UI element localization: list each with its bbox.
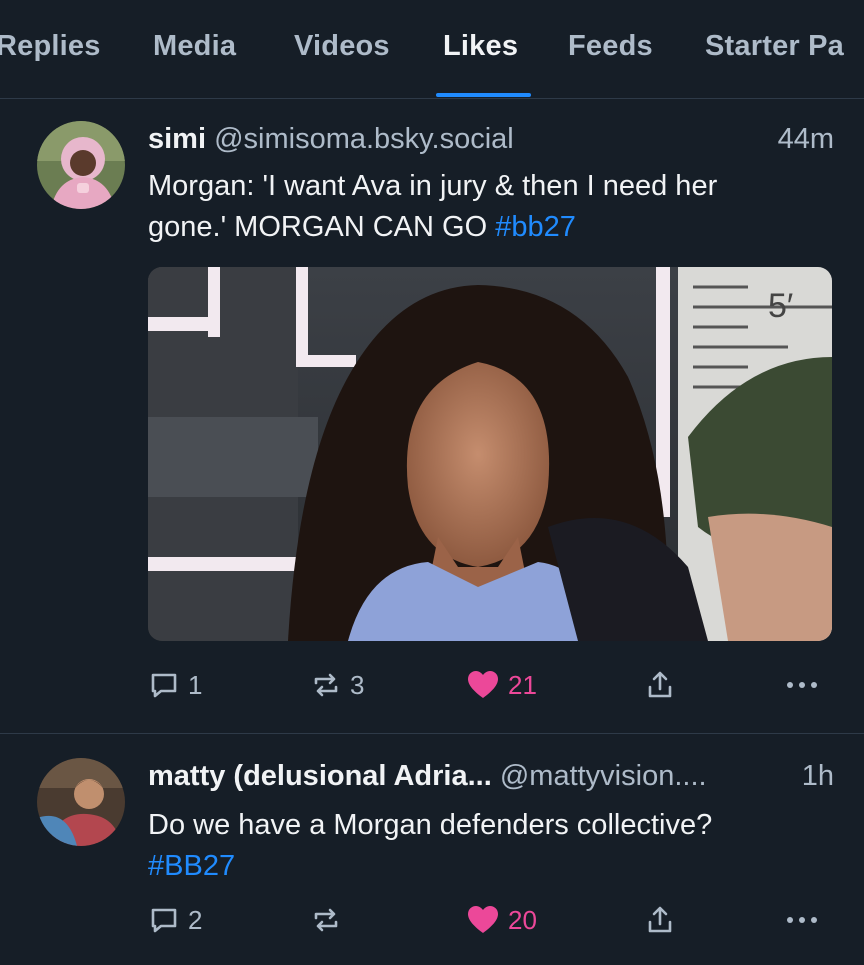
post-text-line: Morgan: 'I want Ava in jury & then I nee…: [148, 170, 718, 202]
post-text-line: Do we have a Morgan defenders collective…: [148, 809, 713, 841]
hashtag-link[interactable]: #bb27: [495, 211, 576, 243]
post-actions: 1 3 21: [148, 669, 834, 709]
reply-count: 2: [188, 904, 203, 935]
heart-icon: [466, 669, 500, 701]
like-button[interactable]: 21: [466, 669, 537, 701]
like-count: 20: [508, 904, 537, 935]
tab-feeds[interactable]: Feeds: [568, 30, 653, 63]
profile-tabs: Replies Media Videos Likes Feeds Starter…: [0, 0, 864, 99]
heart-icon: [466, 904, 500, 936]
tab-videos[interactable]: Videos: [294, 30, 390, 63]
reply-button[interactable]: 2: [148, 904, 202, 936]
avatar[interactable]: [37, 758, 125, 846]
reply-button[interactable]: 1: [148, 669, 202, 701]
post-actions: 2 20: [148, 904, 834, 944]
more-icon: [784, 904, 820, 936]
share-icon: [644, 669, 676, 701]
handle[interactable]: @mattyvision....: [500, 760, 707, 792]
repost-button[interactable]: [310, 904, 350, 936]
hashtag-link[interactable]: #BB27: [148, 850, 235, 882]
more-options-button[interactable]: [784, 904, 820, 936]
reply-icon: [148, 669, 180, 701]
tab-starter-packs[interactable]: Starter Pa: [705, 30, 844, 63]
like-count: 21: [508, 669, 537, 700]
repost-count: 3: [350, 669, 365, 700]
like-button[interactable]: 20: [466, 904, 537, 936]
repost-button[interactable]: 3: [310, 669, 364, 701]
repost-icon: [310, 669, 342, 701]
more-icon: [784, 669, 820, 701]
avatar[interactable]: [37, 121, 125, 209]
display-name[interactable]: simi: [148, 123, 206, 155]
post-text: Do we have a Morgan defenders collective…: [148, 805, 834, 887]
handle[interactable]: @simisoma.bsky.social: [214, 123, 514, 155]
svg-text:5′: 5′: [768, 287, 793, 325]
reply-count: 1: [188, 669, 203, 700]
share-icon: [644, 904, 676, 936]
share-button[interactable]: [644, 904, 676, 936]
post-header: simi @simisoma.bsky.social 44m: [148, 123, 834, 156]
repost-icon: [310, 904, 342, 936]
tab-media[interactable]: Media: [153, 30, 236, 63]
post-text: Morgan: 'I want Ava in jury & then I nee…: [148, 166, 834, 248]
timestamp[interactable]: 44m: [778, 123, 834, 156]
post-header: matty (delusional Adria... @mattyvision.…: [148, 760, 834, 793]
feed-post[interactable]: matty (delusional Adria... @mattyvision.…: [0, 734, 864, 965]
timestamp[interactable]: 1h: [802, 760, 834, 793]
post-image[interactable]: 5′: [148, 267, 832, 641]
more-options-button[interactable]: [784, 669, 820, 701]
display-name[interactable]: matty (delusional Adria...: [148, 760, 492, 792]
feed-post[interactable]: simi @simisoma.bsky.social 44m Morgan: '…: [0, 99, 864, 734]
share-button[interactable]: [644, 669, 676, 701]
reply-icon: [148, 904, 180, 936]
post-text-line: gone.' MORGAN CAN GO: [148, 211, 496, 243]
tab-replies[interactable]: Replies: [0, 30, 101, 63]
active-tab-indicator: [436, 93, 531, 97]
tab-likes[interactable]: Likes: [443, 30, 518, 63]
